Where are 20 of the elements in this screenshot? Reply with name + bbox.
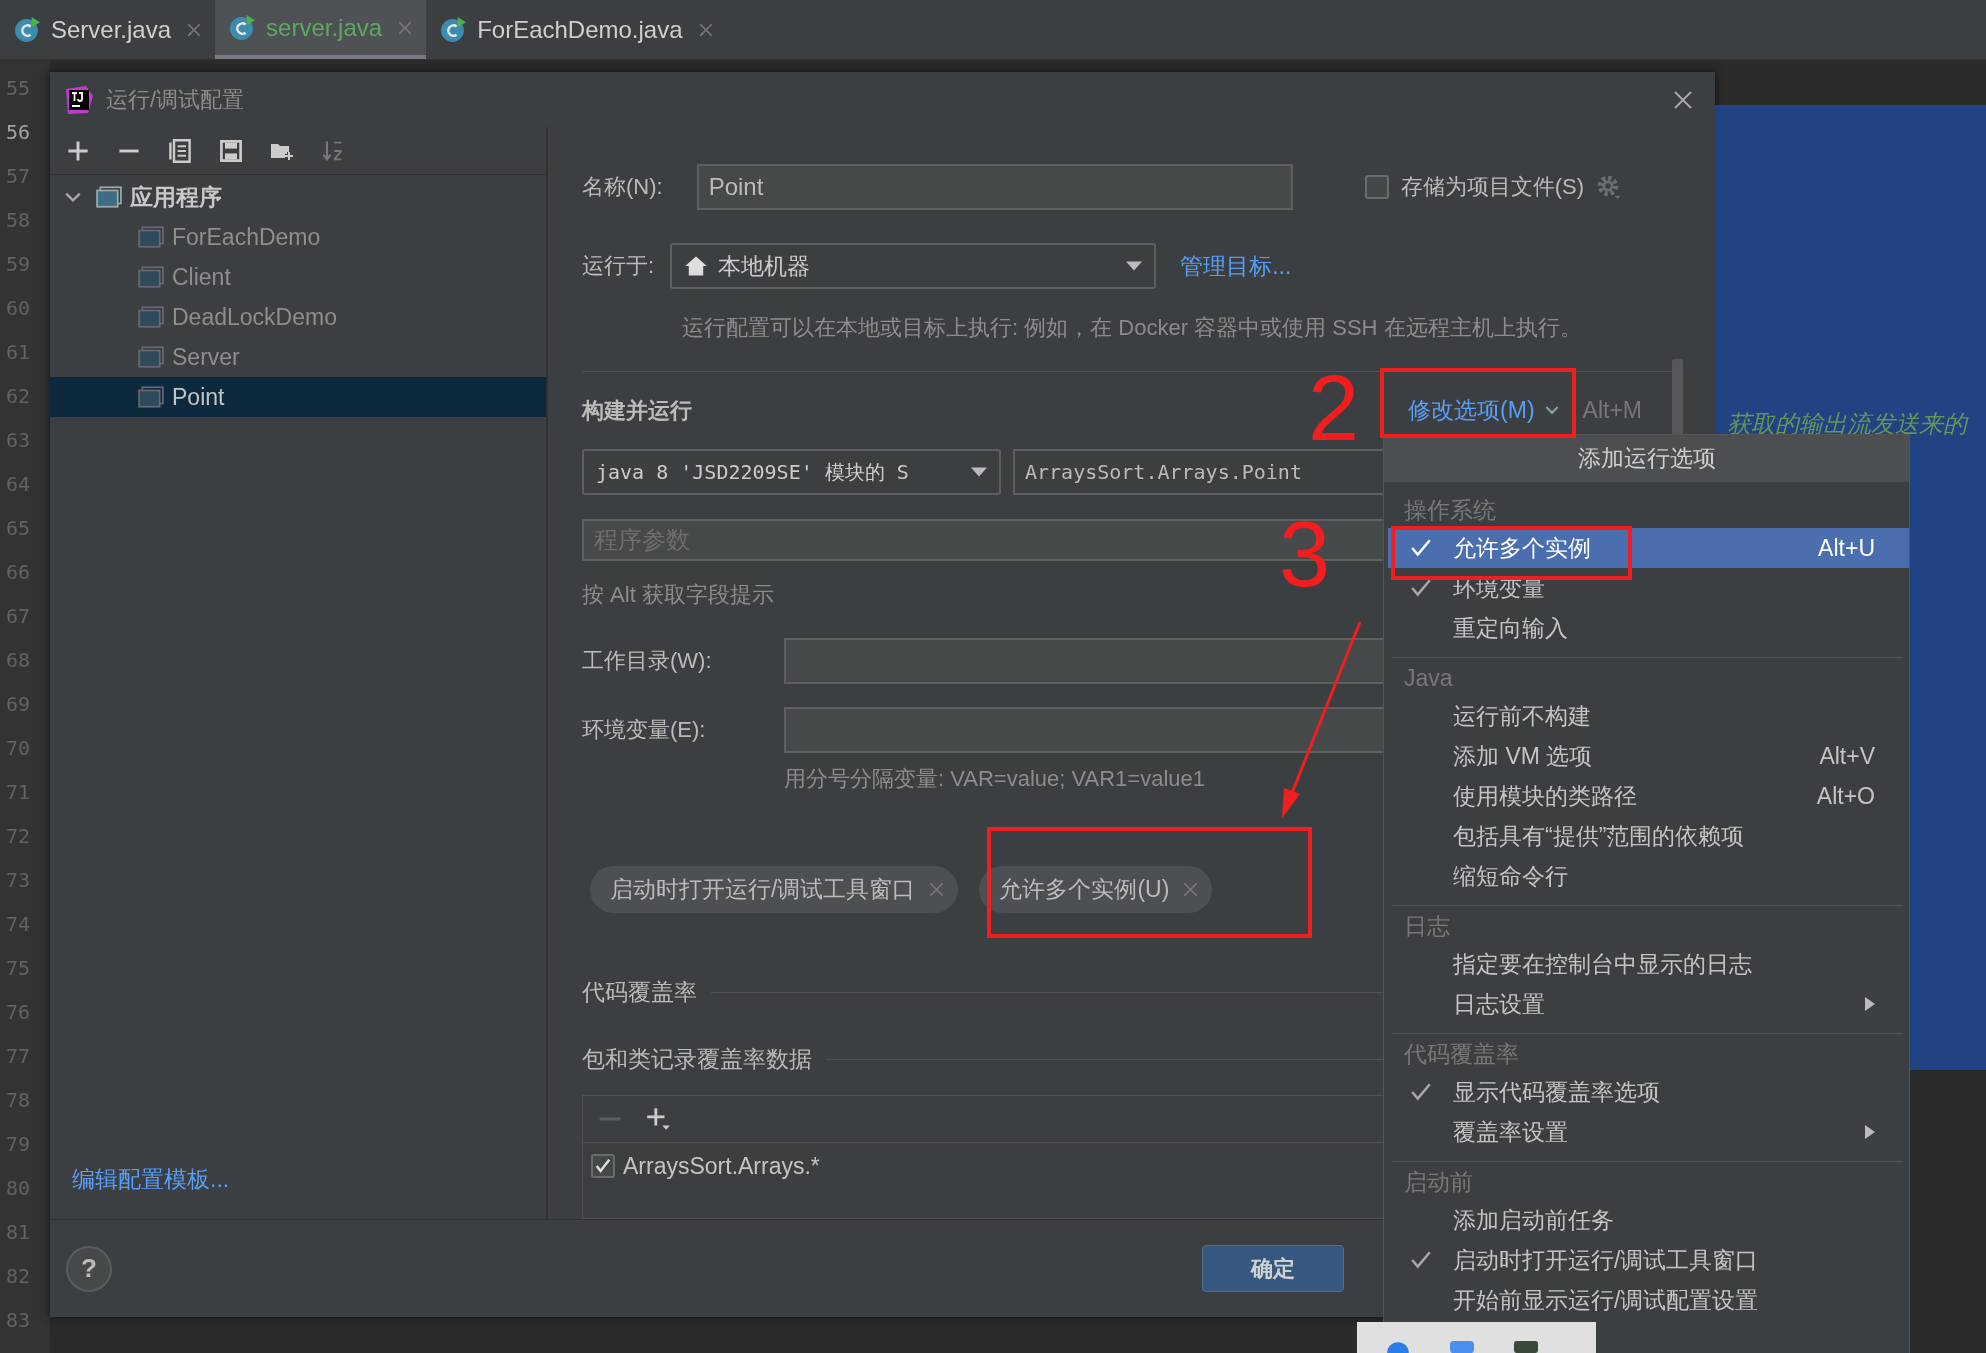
- section-title: 包和类记录覆盖率数据: [582, 1045, 812, 1075]
- menu-section-title: 日志: [1403, 912, 1451, 941]
- pattern-text: ArraysSort.Arrays.*: [623, 1152, 820, 1180]
- menu-section-title: 代码覆盖率: [1403, 1040, 1520, 1069]
- run-on-label: 运行于:: [582, 252, 655, 280]
- line-number: 56: [5, 119, 32, 146]
- name-label: 名称(N):: [582, 173, 663, 201]
- dialog-title: 运行/调试配置: [106, 85, 245, 114]
- field-hint: 按 Alt 获取字段提示: [582, 581, 774, 610]
- menu-section-title: 启动前: [1403, 1168, 1474, 1197]
- environment-variables-label: 环境变量(E):: [582, 716, 707, 745]
- run-on-hint: 运行配置可以在本地或目标上执行: 例如，在 Docker 容器中或使用 SSH 在远程主机上执行。: [682, 314, 1582, 342]
- section-title: 构建并运行: [582, 396, 692, 425]
- environment-hint: 用分号分隔变量: VAR=value; VAR1=value1: [784, 765, 1205, 794]
- shortcut-label: Alt+M: [1582, 397, 1642, 425]
- store-label: 存储为项目文件(S): [1400, 173, 1584, 201]
- menu-section-title: Java: [1403, 664, 1454, 693]
- popup-title: 添加运行选项: [1384, 435, 1909, 482]
- section-title: 代码覆盖率: [582, 978, 697, 1008]
- working-directory-label: 工作目录(W):: [582, 647, 713, 676]
